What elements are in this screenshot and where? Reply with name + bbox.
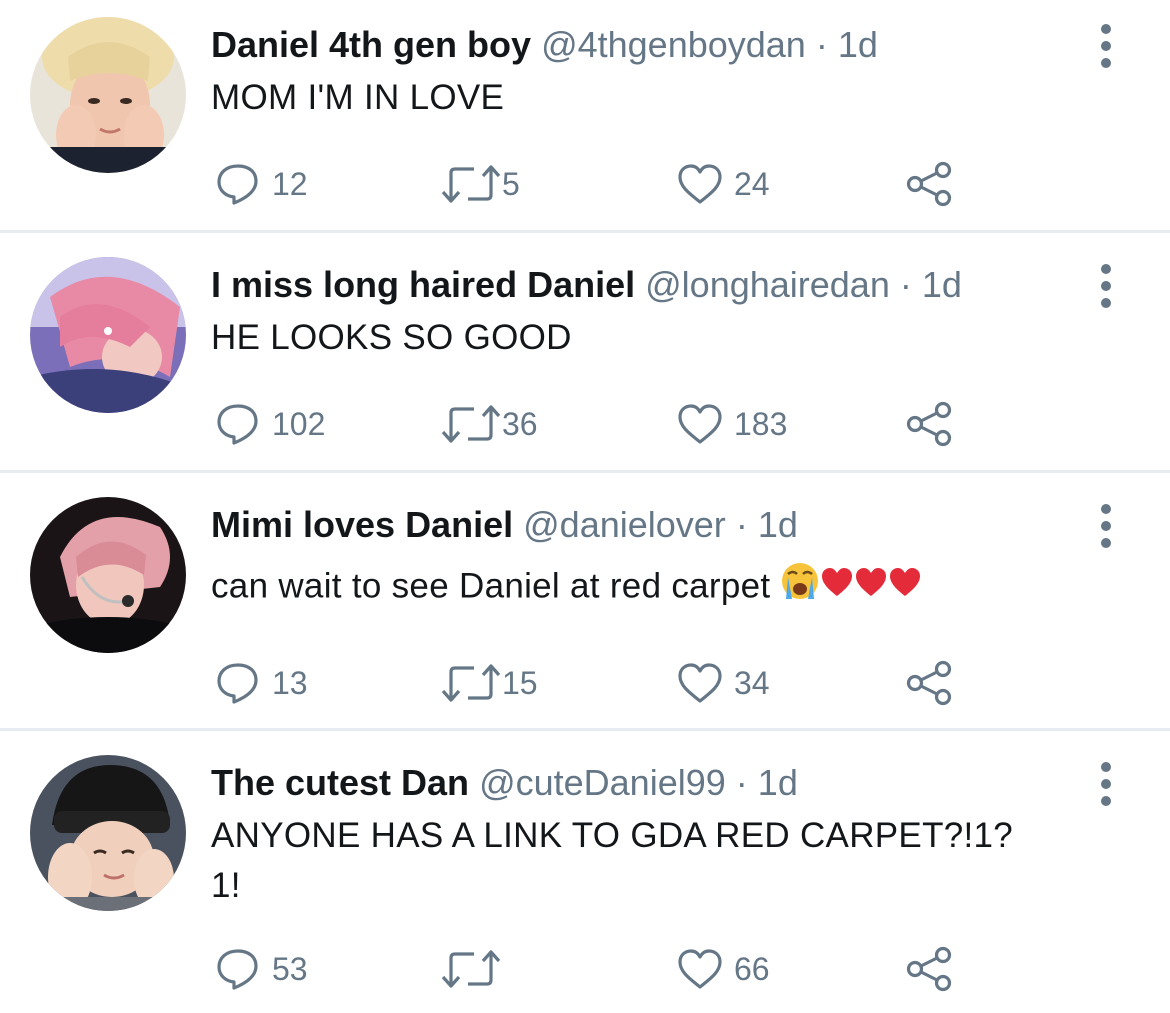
- user-handle[interactable]: @danielover: [523, 504, 726, 545]
- reply-count: 53: [272, 950, 308, 987]
- separator-dot: ·: [815, 24, 828, 65]
- reply-count: 13: [272, 664, 308, 701]
- tweet-header: The cutest Dan @cuteDaniel99 · 1d: [211, 760, 798, 806]
- avatar[interactable]: [30, 257, 186, 413]
- reply-button[interactable]: 53: [214, 945, 308, 993]
- separator-dot: ·: [899, 264, 912, 305]
- avatar[interactable]: [30, 497, 186, 653]
- tweet-text: can wait to see Daniel at red carpet: [211, 566, 771, 606]
- retweet-icon: [441, 165, 501, 203]
- share-button[interactable]: [905, 659, 955, 707]
- more-options-icon[interactable]: [1094, 22, 1118, 70]
- share-button[interactable]: [905, 400, 955, 448]
- like-count: 24: [734, 165, 770, 202]
- display-name[interactable]: Mimi loves Daniel: [211, 504, 513, 545]
- reply-icon: [217, 949, 258, 990]
- reply-button[interactable]: 12: [214, 160, 308, 208]
- heart-icon: [678, 949, 722, 989]
- more-options-icon[interactable]: [1094, 760, 1118, 808]
- reply-button[interactable]: 13: [214, 659, 308, 707]
- reply-count: 12: [272, 165, 308, 202]
- tweet-text: ANYONE HAS A LINK TO GDA RED CARPET?!1?: [211, 816, 1014, 855]
- retweet-count: 15: [502, 664, 538, 701]
- separator-dot: ·: [735, 762, 748, 803]
- heart-icon: [678, 164, 722, 204]
- timestamp[interactable]: 1d: [922, 264, 962, 305]
- user-handle[interactable]: @4thgenboydan: [541, 24, 806, 65]
- red-heart-emoji: [854, 563, 888, 613]
- tweet-header: Daniel 4th gen boy @4thgenboydan · 1d: [211, 22, 878, 68]
- display-name[interactable]: I miss long haired Daniel: [211, 264, 635, 305]
- share-icon: [906, 161, 952, 207]
- timestamp[interactable]: 1d: [758, 762, 798, 803]
- retweet-button[interactable]: [440, 945, 502, 993]
- tweet[interactable]: Daniel 4th gen boy @4thgenboydan · 1d MO…: [0, 0, 1170, 230]
- tweet-header: Mimi loves Daniel @danielover · 1d: [211, 502, 798, 548]
- reply-count: 102: [272, 405, 326, 442]
- heart-icon: [678, 404, 722, 444]
- retweet-icon: [441, 405, 501, 443]
- like-button[interactable]: 183: [676, 400, 787, 448]
- reply-button[interactable]: 102: [214, 400, 325, 448]
- share-button[interactable]: [905, 945, 955, 993]
- tweet[interactable]: The cutest Dan @cuteDaniel99 · 1d ANYONE…: [0, 731, 1170, 1013]
- share-icon: [906, 946, 952, 992]
- tweet-text-line-2: 1!: [211, 866, 241, 905]
- user-handle[interactable]: @cuteDaniel99: [479, 762, 726, 803]
- heart-icon: [678, 663, 722, 703]
- tweet[interactable]: I miss long haired Daniel @longhairedan …: [0, 233, 1170, 470]
- like-button[interactable]: 34: [676, 659, 770, 707]
- pink-hair-headset-avatar: [30, 497, 186, 653]
- avatar[interactable]: [30, 17, 186, 173]
- timestamp[interactable]: 1d: [838, 24, 878, 65]
- retweet-button[interactable]: 5: [440, 160, 520, 208]
- tweet-text-row: can wait to see Daniel at red carpet: [211, 561, 922, 615]
- pink-long-hair-avatar: [30, 257, 186, 413]
- red-heart-emoji: [888, 563, 922, 613]
- retweet-icon: [441, 664, 501, 702]
- display-name[interactable]: Daniel 4th gen boy: [211, 24, 531, 65]
- tweet-header: I miss long haired Daniel @longhairedan …: [211, 262, 962, 308]
- tweet-text: HE LOOKS SO GOOD: [211, 318, 572, 357]
- more-options-icon[interactable]: [1094, 262, 1118, 310]
- reply-icon: [217, 404, 258, 445]
- like-count: 34: [734, 664, 770, 701]
- timestamp[interactable]: 1d: [758, 504, 798, 545]
- retweet-icon: [441, 950, 501, 988]
- tweet-text: MOM I'M IN LOVE: [211, 78, 505, 117]
- retweet-button[interactable]: 15: [440, 659, 538, 707]
- black-beanie-avatar: [30, 755, 186, 911]
- like-button[interactable]: 24: [676, 160, 770, 208]
- tweet[interactable]: Mimi loves Daniel @danielover · 1d can w…: [0, 473, 1170, 728]
- more-options-icon[interactable]: [1094, 502, 1118, 550]
- blond-hair-avatar: [30, 17, 186, 173]
- share-icon: [906, 660, 952, 706]
- like-count: 183: [734, 405, 788, 442]
- like-count: 66: [734, 950, 770, 987]
- like-button[interactable]: 66: [676, 945, 770, 993]
- separator-dot: ·: [735, 504, 748, 545]
- red-heart-emoji: [820, 563, 854, 613]
- reply-icon: [217, 164, 258, 205]
- avatar[interactable]: [30, 755, 186, 911]
- retweet-count: 5: [502, 165, 520, 202]
- retweet-count: 36: [502, 405, 538, 442]
- user-handle[interactable]: @longhairedan: [645, 264, 890, 305]
- share-button[interactable]: [905, 160, 955, 208]
- display-name[interactable]: The cutest Dan: [211, 762, 469, 803]
- retweet-button[interactable]: 36: [440, 400, 538, 448]
- crying-face-emoji: [780, 561, 820, 615]
- share-icon: [906, 401, 952, 447]
- reply-icon: [217, 663, 258, 704]
